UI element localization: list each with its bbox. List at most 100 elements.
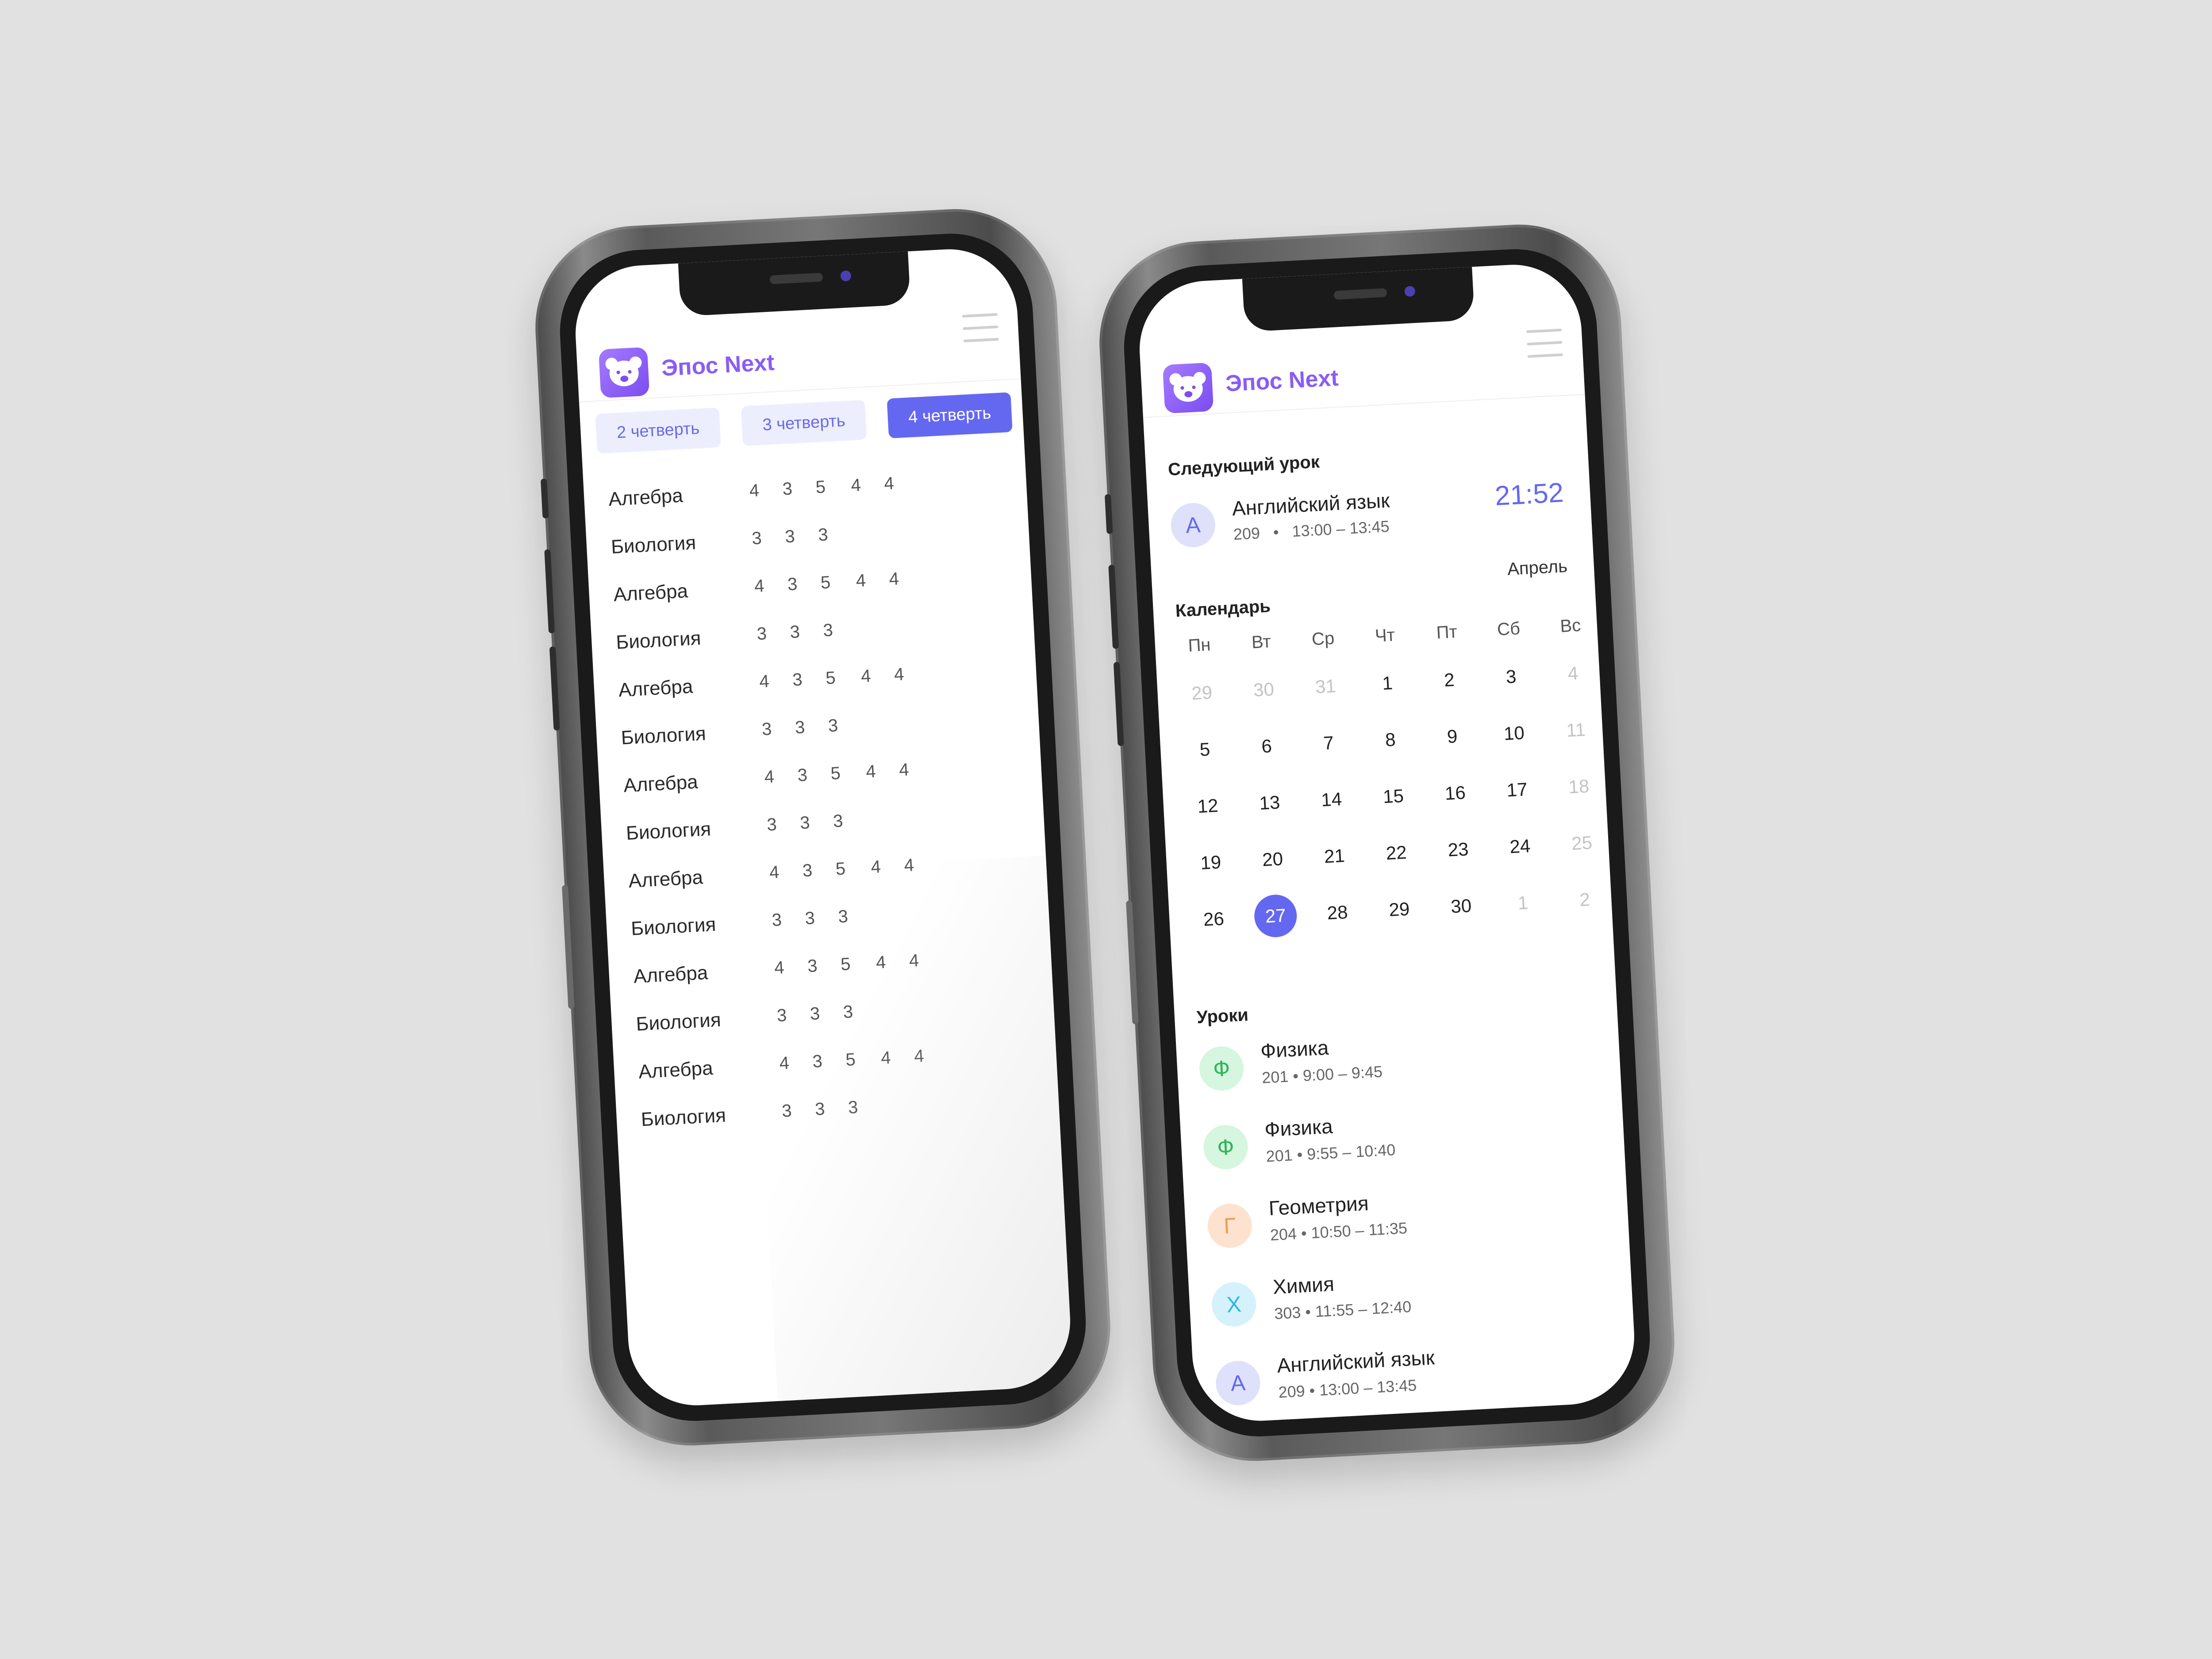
grade-value[interactable]: 3	[791, 813, 818, 834]
grade-value[interactable]: 5	[832, 954, 859, 975]
calendar-day[interactable]: 5	[1177, 726, 1233, 773]
grade-value[interactable]: 3	[786, 717, 814, 738]
calendar-day[interactable]: 23	[1431, 826, 1486, 873]
hamburger-menu-icon[interactable]	[962, 313, 999, 346]
calendar-day[interactable]: 16	[1428, 770, 1483, 817]
grade-value[interactable]: 5	[837, 1049, 864, 1071]
lesson-name[interactable]: Физика	[1264, 1114, 1333, 1141]
grade-value[interactable]: 3	[773, 1101, 800, 1122]
grade-value[interactable]: 3	[824, 811, 852, 832]
grade-value[interactable]: 4	[900, 950, 928, 972]
grade-value[interactable]: 4	[842, 475, 870, 496]
calendar-day[interactable]: 20	[1245, 836, 1300, 883]
calendar-day[interactable]: 14	[1304, 776, 1359, 823]
grade-value[interactable]: 4	[867, 952, 895, 973]
grade-value[interactable]: 3	[779, 574, 806, 595]
grade-value[interactable]: 3	[809, 525, 837, 546]
calendar-day[interactable]: 30	[1433, 883, 1489, 929]
calendar-day[interactable]: 11	[1548, 707, 1604, 753]
tab-quarter-2[interactable]: 2 четверть	[595, 407, 721, 454]
calendar-day[interactable]: 13	[1242, 780, 1297, 826]
grade-value[interactable]: 3	[819, 715, 847, 737]
grade-value[interactable]: 4	[852, 666, 879, 687]
grade-value[interactable]: 3	[804, 1051, 831, 1072]
calendar-day[interactable]: 15	[1366, 773, 1421, 820]
grade-value[interactable]: 4	[890, 760, 918, 781]
calendar-day[interactable]: 25	[1554, 820, 1609, 867]
calendar-day[interactable]: 2	[1421, 657, 1477, 703]
calendar-day[interactable]: 2	[1557, 876, 1613, 923]
grade-value[interactable]: 4	[875, 473, 902, 495]
grade-value[interactable]: 4	[750, 671, 778, 692]
calendar-day[interactable]: 19	[1183, 839, 1238, 886]
calendar-day[interactable]: 28	[1310, 889, 1365, 936]
grade-value[interactable]: 4	[872, 1048, 899, 1069]
calendar-day[interactable]: 9	[1425, 713, 1480, 760]
grade-value[interactable]: 3	[834, 1002, 862, 1023]
calendar-day-selected[interactable]: 27	[1248, 892, 1303, 939]
grade-value[interactable]: 5	[817, 668, 844, 689]
grade-value[interactable]: 5	[812, 572, 839, 593]
hamburger-menu-icon[interactable]	[1526, 328, 1563, 361]
tab-quarter-3[interactable]: 3 четверть	[741, 399, 867, 446]
grade-value[interactable]: 3	[796, 908, 824, 929]
grade-value[interactable]: 3	[799, 956, 826, 977]
grade-value[interactable]: 3	[758, 814, 785, 835]
grade-value[interactable]: 4	[885, 664, 913, 685]
calendar-day[interactable]: 24	[1492, 823, 1548, 870]
calendar-day[interactable]: 7	[1301, 720, 1356, 767]
calendar-day[interactable]: 31	[1298, 663, 1353, 710]
grade-value[interactable]: 3	[789, 765, 816, 786]
calendar-day[interactable]: 1	[1495, 879, 1551, 926]
grade-value[interactable]: 4	[760, 862, 788, 883]
grade-value[interactable]: 3	[839, 1097, 867, 1118]
grade-value[interactable]: 4	[745, 576, 773, 597]
grade-value[interactable]: 5	[822, 763, 849, 784]
grade-value[interactable]: 4	[756, 767, 783, 788]
grade-value[interactable]: 3	[768, 1005, 795, 1026]
grade-value[interactable]: 3	[781, 622, 809, 643]
calendar-day[interactable]: 8	[1363, 716, 1418, 763]
calendar-day[interactable]: 21	[1307, 833, 1362, 879]
calendar-day[interactable]: 18	[1551, 763, 1606, 810]
grade-value[interactable]: 4	[847, 570, 875, 591]
calendar-day[interactable]: 10	[1486, 710, 1542, 757]
grade-value[interactable]: 4	[765, 957, 793, 979]
grade-value[interactable]: 3	[748, 623, 776, 645]
grade-value[interactable]: 3	[776, 526, 803, 547]
grade-value[interactable]: 3	[806, 1099, 833, 1120]
grade-value[interactable]: 3	[814, 620, 842, 641]
next-lesson-name[interactable]: Английский язык	[1232, 488, 1390, 521]
calendar-day[interactable]: 29	[1371, 886, 1427, 933]
calendar-day[interactable]: 29	[1174, 669, 1229, 716]
grade-value[interactable]: 3	[830, 906, 857, 927]
lesson-name[interactable]: Физика	[1260, 1036, 1329, 1063]
grade-value[interactable]: 3	[783, 669, 811, 691]
tab-quarter-4[interactable]: 4 четверть	[887, 392, 1013, 438]
calendar-day[interactable]: 3	[1483, 653, 1539, 700]
calendar-day[interactable]: 22	[1369, 830, 1424, 876]
lesson-name[interactable]: Химия	[1272, 1272, 1335, 1299]
calendar-day[interactable]: 26	[1186, 896, 1241, 943]
calendar-day[interactable]: 17	[1490, 766, 1545, 813]
grade-value[interactable]: 3	[763, 910, 791, 931]
grade-value[interactable]: 4	[905, 1046, 933, 1067]
grade-value[interactable]: 5	[807, 477, 834, 498]
grade-value[interactable]: 4	[862, 856, 890, 878]
grade-value[interactable]: 5	[827, 858, 854, 879]
grade-value[interactable]: 4	[857, 761, 884, 783]
grade-value[interactable]: 4	[771, 1053, 798, 1074]
grade-value[interactable]: 3	[743, 528, 771, 549]
grade-value[interactable]: 3	[774, 479, 801, 500]
calendar-day[interactable]: 6	[1239, 723, 1294, 770]
calendar-day[interactable]: 12	[1180, 783, 1236, 830]
grade-value[interactable]: 3	[753, 719, 780, 740]
grade-value[interactable]: 4	[741, 480, 768, 502]
grade-value[interactable]: 3	[801, 1003, 829, 1025]
calendar-day[interactable]: 4	[1545, 650, 1601, 697]
calendar-day[interactable]: 1	[1360, 660, 1415, 707]
grade-value[interactable]: 3	[794, 860, 821, 881]
lesson-name[interactable]: Геометрия	[1268, 1191, 1369, 1220]
calendar-day[interactable]: 30	[1236, 666, 1291, 713]
grade-value[interactable]: 4	[880, 568, 908, 590]
